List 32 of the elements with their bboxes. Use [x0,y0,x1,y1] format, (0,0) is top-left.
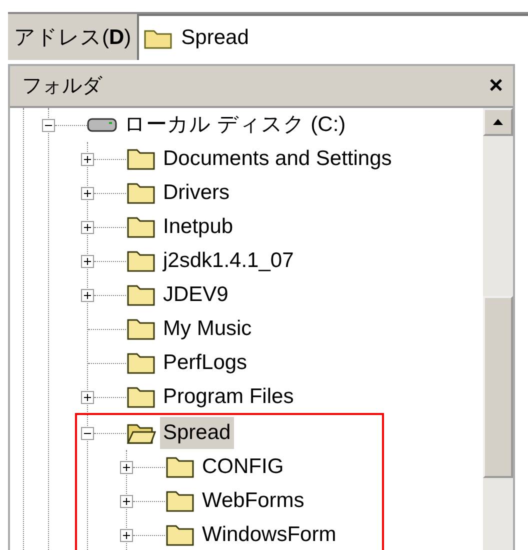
expand-icon[interactable] [81,186,94,200]
tree-item[interactable]: WebForms [199,485,308,517]
tree-item[interactable]: My Music [160,313,255,345]
expand-icon[interactable] [120,460,133,474]
close-button[interactable]: × [488,74,503,98]
up-arrow-icon [492,118,504,126]
collapse-icon[interactable] [42,118,55,132]
expand-icon[interactable] [81,390,94,404]
tree-item[interactable]: CONFIG [199,451,287,483]
tree-item[interactable]: Drivers [160,177,232,209]
scroll-up-button[interactable] [483,108,513,136]
expand-icon[interactable] [81,288,94,302]
expand-icon[interactable] [120,528,133,542]
expand-icon[interactable] [81,254,94,268]
expand-icon[interactable] [81,152,94,166]
tree-item[interactable]: Program Files [160,381,297,413]
scrollbar[interactable] [483,108,513,550]
tree-item[interactable]: JDEV9 [160,279,232,311]
collapse-icon[interactable] [81,426,94,440]
expand-icon[interactable] [81,220,94,234]
address-field[interactable]: Spread [137,14,528,60]
scroll-thumb[interactable] [483,296,513,478]
tree-item[interactable]: ローカル ディスク (C:) [121,109,349,141]
tree-item[interactable]: WindowsForm [199,519,340,550]
tree-item[interactable]: Documents and Settings [160,143,395,175]
tree-item[interactable]: Inetpub [160,211,236,243]
address-label: アドレス(D) [13,25,132,51]
expand-icon[interactable] [120,494,133,508]
tree-item[interactable]: PerfLogs [160,347,250,379]
tree-item[interactable]: Spread [160,417,234,449]
tree-item[interactable]: j2sdk1.4.1_07 [160,245,297,277]
pane-title: フォルダ [22,74,102,99]
